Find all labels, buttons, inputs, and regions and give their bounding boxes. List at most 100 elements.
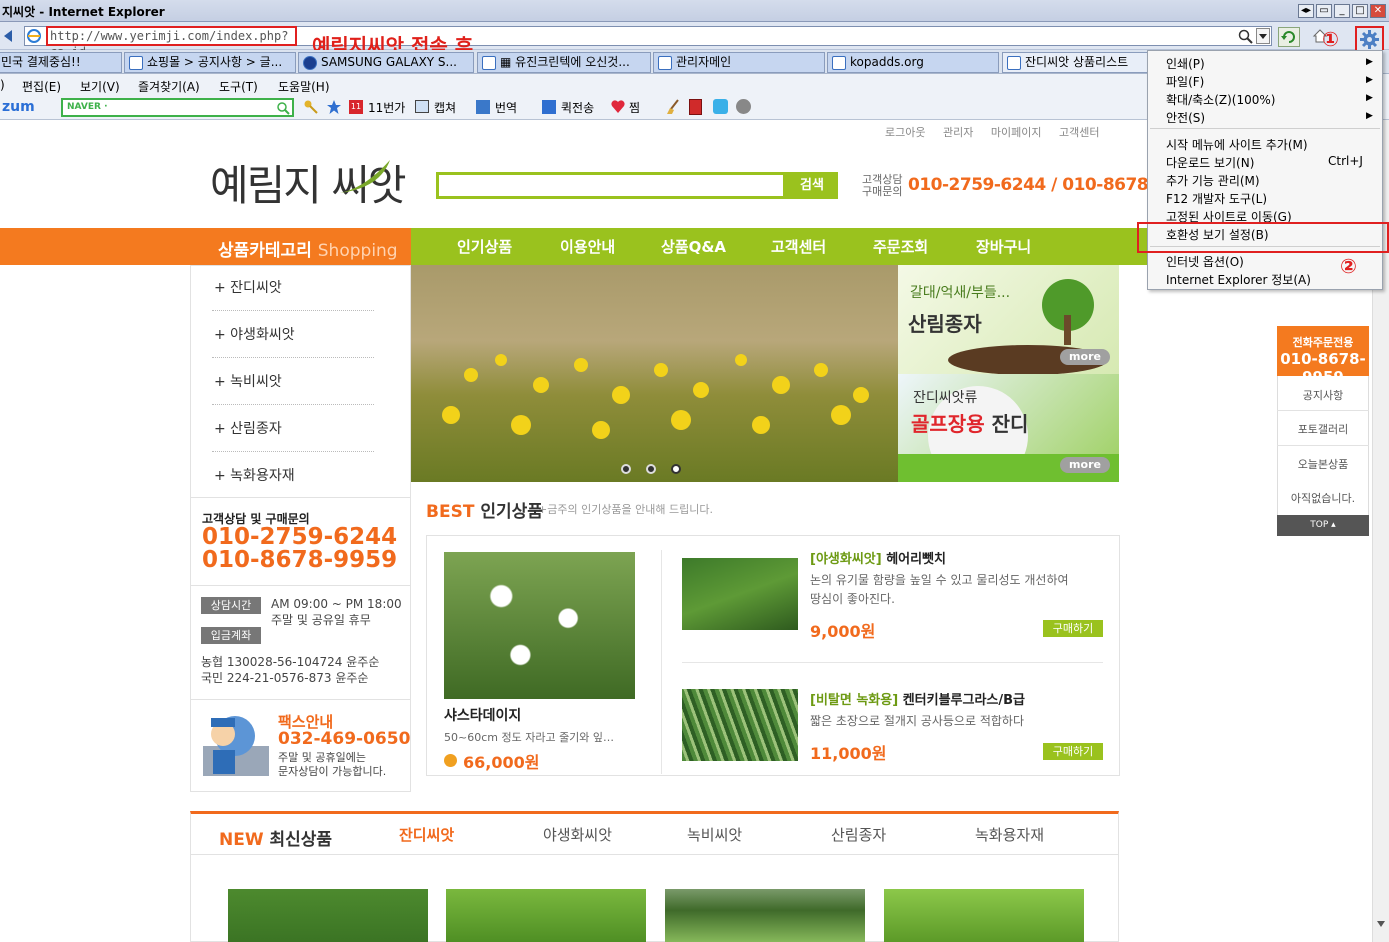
nav-customer-center[interactable]: 고객센터 [771,236,826,257]
menu-safety[interactable]: 안전(S) [1166,109,1205,126]
nav-cart[interactable]: 장바구니 [976,236,1031,257]
broom-icon[interactable] [666,99,680,115]
buy-button[interactable]: 구매하기 [1043,743,1103,760]
minimize-button[interactable]: _ [1334,4,1350,18]
tab-item[interactable]: kopadds.org [827,52,999,73]
11st-button[interactable]: 11번가 [368,99,405,116]
more-icon[interactable] [736,99,751,114]
category-wildflower-seed[interactable]: + 야생화씨앗 [214,324,295,344]
gear-icon[interactable] [1355,26,1384,53]
menu-zoom[interactable]: 확대/축소(Z)(100%) [1166,91,1275,108]
star-icon[interactable] [326,99,342,115]
new-tab-forest[interactable]: 산림종자 [831,824,886,845]
search-button[interactable]: 검색 [786,172,838,199]
quick-send-button[interactable]: 퀵전송 [561,99,594,116]
quick-recent-items[interactable]: 오늘본상품 [1277,456,1369,472]
buy-button[interactable]: 구매하기 [1043,620,1103,637]
logout-link[interactable]: 로그아웃 [885,126,925,139]
product-title[interactable]: [야생화씨앗] 헤어리뻿치 [810,548,946,567]
mypage-link[interactable]: 마이페이지 [991,126,1042,139]
translate-button[interactable]: 번역 [495,99,517,116]
capture-icon[interactable] [415,100,429,113]
promo1-more-button[interactable]: more [1060,349,1110,365]
close-button[interactable]: ✕ [1370,4,1386,18]
category-greening-material[interactable]: + 녹화용자재 [214,465,295,485]
category-lawn-seed[interactable]: + 잔디씨앗 [214,277,282,297]
menu-f12-devtools[interactable]: F12 개발자 도구(L) [1166,190,1267,207]
menu-favorites[interactable]: 즐겨찾기(A) [138,78,200,95]
translate-icon[interactable] [476,100,490,114]
new-tab-green-manure[interactable]: 녹비씨앗 [687,824,742,845]
tab-item[interactable]: 민국 결제중심!! [0,52,122,73]
product-title[interactable]: [비탈면 녹화용] 켄터키블루그라스/B급 [810,689,1025,708]
top-button[interactable]: TOP ▴ [1277,515,1369,536]
tab-item[interactable]: ▦ 유진크린텍에 오신것... [477,52,651,73]
tab-item[interactable]: SAMSUNG GALAXY S... [298,52,474,73]
resize-button[interactable]: ◂▸ [1298,4,1314,18]
banner-dot[interactable] [621,464,631,474]
new-product-image[interactable] [446,889,646,942]
new-product-image[interactable] [665,889,865,942]
nav-order-lookup[interactable]: 주문조회 [873,236,928,257]
menu-file[interactable]: ) [0,78,5,92]
product-name: 켄터키블루그라스/B급 [898,693,1025,708]
category-green-manure-seed[interactable]: + 녹비씨앗 [214,371,282,391]
menu-help[interactable]: 도움말(H) [278,78,330,95]
zum-logo[interactable]: zum [2,99,35,115]
restore-button[interactable]: ▭ [1316,4,1332,18]
menu-tools[interactable]: 도구(T) [219,78,258,95]
site-search-input[interactable] [436,172,786,199]
promo2-more-button[interactable]: more [1060,457,1110,473]
address-dropdown-button[interactable] [1256,28,1270,44]
menu-file[interactable]: 파일(F) [1166,73,1204,90]
magnifier-icon[interactable] [1238,29,1254,45]
menu-internet-options[interactable]: 인터넷 옵션(O) [1166,253,1244,270]
new-tab-lawn-seed[interactable]: 잔디씨앗 [399,824,454,845]
menu-about-ie[interactable]: Internet Explorer 정보(A) [1166,271,1311,288]
nav-qna[interactable]: 상품Q&A [661,236,726,257]
quick-send-icon[interactable] [542,100,556,114]
admin-link[interactable]: 관리자 [943,126,973,139]
product-image[interactable] [682,558,798,630]
capture-button[interactable]: 캡쳐 [434,99,456,116]
menu-manage-addons[interactable]: 추가 기능 관리(M) [1166,172,1260,189]
menu-edit[interactable]: 편집(E) [22,78,61,95]
quick-notice[interactable]: 공지사항 [1277,387,1369,403]
url-field[interactable]: http://www.yerimji.com/index.php?ca_id= [46,26,297,59]
menu-print[interactable]: 인쇄(P) [1166,55,1205,72]
wishlist-button[interactable]: 찜 [629,99,640,116]
search-icon[interactable] [276,101,290,115]
bookmark-icon[interactable] [689,99,702,115]
naver-search-input[interactable]: NAVER · [61,98,294,117]
quick-photo-gallery[interactable]: 포토갤러리 [1277,421,1369,437]
category-forest-seed[interactable]: + 산림종자 [214,418,282,438]
back-icon[interactable] [2,29,20,43]
twitter-icon[interactable] [713,99,728,114]
banner-dot-active[interactable] [671,464,681,474]
best-product-name[interactable]: 샤스타데이지 [444,705,521,725]
menu-view-downloads[interactable]: 다운로드 보기(N) [1166,154,1254,171]
key-icon[interactable] [303,99,319,115]
refresh-icon[interactable] [1278,27,1300,47]
banner-dot[interactable] [646,464,656,474]
tab-item[interactable]: 쇼핑몰 > 공지사항 > 글... [124,52,296,73]
product-image[interactable] [682,689,798,761]
customer-center-link[interactable]: 고객센터 [1059,126,1099,139]
nav-guide[interactable]: 이용안내 [560,236,615,257]
new-tab-greening[interactable]: 녹화용자재 [975,824,1044,845]
new-tab-wildflower[interactable]: 야생화씨앗 [543,824,612,845]
tab-item-active[interactable]: 잔디씨앗 상품리스트 [1002,52,1148,73]
nav-popular[interactable]: 인기상품 [457,236,512,257]
new-product-image[interactable] [228,889,428,942]
menu-add-to-start[interactable]: 시작 메뉴에 사이트 추가(M) [1166,136,1308,153]
tab-item[interactable]: 관리자메인 [653,52,825,73]
best-product-image[interactable] [444,552,635,699]
best-product-desc: 50~60cm 정도 자라고 줄기와 잎… [444,731,615,744]
main-banner-image[interactable] [411,265,898,482]
maximize-button[interactable]: □ [1352,4,1368,18]
heart-icon[interactable] [610,99,626,114]
11st-icon[interactable]: 11 [349,100,363,114]
fax-note: 주말 및 공휴일에는 문자상담이 가능합니다. [278,751,386,779]
new-product-image[interactable] [884,889,1084,942]
menu-view[interactable]: 보기(V) [80,78,120,95]
